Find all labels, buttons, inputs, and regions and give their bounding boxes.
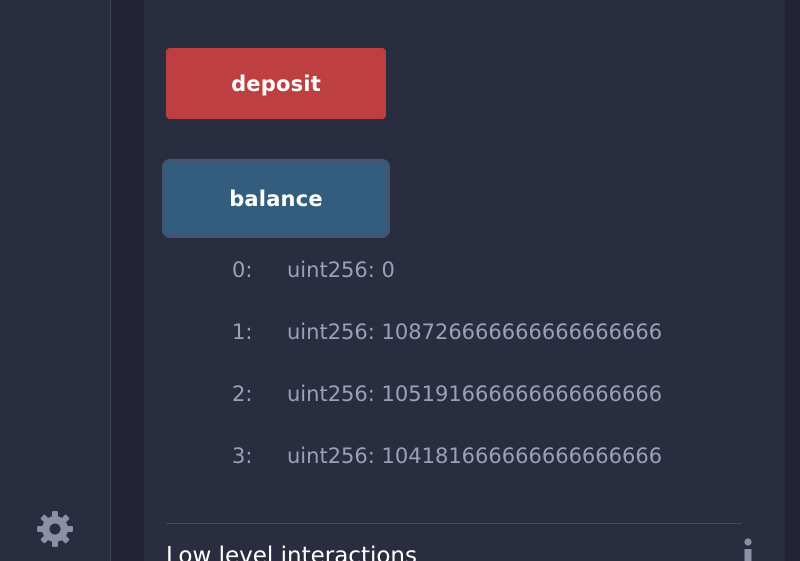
result-value: uint256: 104181666666666666666: [287, 444, 663, 468]
info-icon[interactable]: [738, 536, 758, 561]
balance-button[interactable]: balance: [162, 159, 390, 238]
result-row: 3: uint256: 104181666666666666666: [232, 444, 662, 468]
result-value: uint256: 108726666666666666666: [287, 320, 663, 344]
deposit-button[interactable]: deposit: [166, 48, 386, 119]
result-value: uint256: 0: [287, 258, 395, 282]
settings-button[interactable]: [34, 508, 76, 550]
result-value: uint256: 105191666666666666666: [287, 382, 663, 406]
result-index: 3:: [232, 444, 253, 468]
gear-icon: [37, 511, 73, 547]
result-row: 2: uint256: 105191666666666666666: [232, 382, 662, 406]
panel-gutter: [111, 0, 144, 561]
result-index: 1:: [232, 320, 253, 344]
icon-rail: [0, 0, 111, 561]
low-level-interactions-title: Low level interactions: [166, 543, 417, 561]
deployed-contract-panel: deposit balance 0: uint256: 0 1: uint256…: [144, 0, 785, 561]
result-index: 0:: [232, 258, 253, 282]
section-divider: [166, 523, 742, 524]
result-index: 2:: [232, 382, 253, 406]
remix-run-panel: deposit balance 0: uint256: 0 1: uint256…: [0, 0, 800, 561]
panel-right-gutter: [785, 0, 800, 561]
result-row: 0: uint256: 0: [232, 258, 395, 282]
result-row: 1: uint256: 108726666666666666666: [232, 320, 662, 344]
